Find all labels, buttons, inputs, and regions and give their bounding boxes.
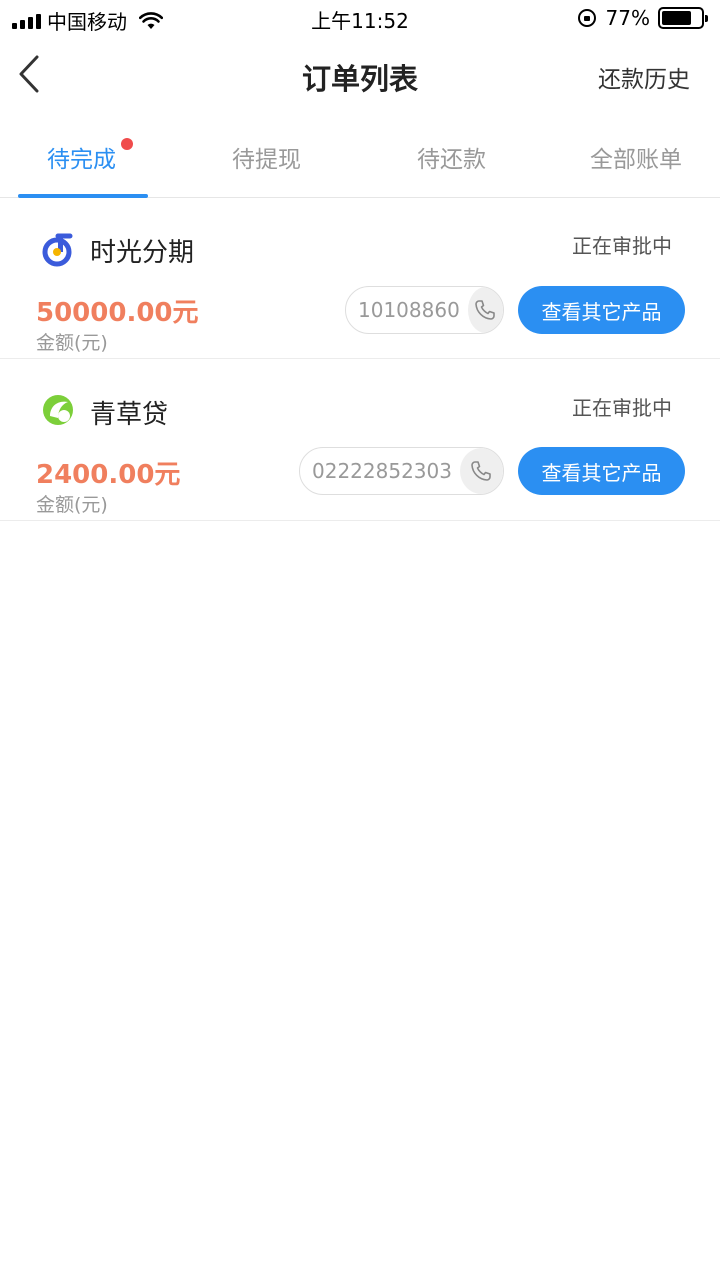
phone-contact[interactable]: 10108860: [345, 286, 504, 334]
phone-glyph: [471, 461, 492, 481]
status-right: 77%: [577, 6, 708, 30]
status-bar: 中国移动 上午11:52 77%: [0, 0, 720, 38]
order-status: 正在审批中: [572, 396, 672, 420]
order-amount: 2400.00元: [36, 460, 181, 490]
phone-contact[interactable]: 02222852303: [299, 447, 504, 495]
phone-glyph: [475, 300, 496, 320]
amount-label: 金额(元): [36, 332, 108, 354]
tab-label: 待还款: [417, 147, 486, 173]
product-name: 青草贷: [90, 400, 169, 430]
view-other-products-button[interactable]: 查看其它产品: [518, 447, 685, 495]
amount-label: 金额(元): [36, 494, 108, 516]
phone-icon[interactable]: [459, 448, 503, 494]
qingcao-logo-icon: [43, 395, 73, 425]
product-name: 时光分期: [90, 238, 195, 268]
battery-fill: [662, 11, 692, 25]
tab-label: 待完成: [47, 147, 116, 173]
order-status: 正在审批中: [572, 234, 672, 258]
nav-bar: 订单列表 还款历史: [0, 38, 720, 110]
shiguang-logo-icon: [42, 233, 73, 267]
repayment-history-link[interactable]: 还款历史: [598, 60, 690, 94]
tab-label: 待提现: [232, 147, 301, 173]
tab-pending-withdrawal[interactable]: 待提现: [232, 140, 301, 174]
phone-number: 10108860: [358, 298, 460, 322]
phone-number: 02222852303: [312, 459, 452, 483]
battery-percent: 77%: [605, 6, 650, 30]
rotation-lock-icon: [577, 9, 596, 27]
tab-pending-completion[interactable]: 待完成: [47, 140, 116, 174]
battery-icon: [658, 7, 708, 29]
tab-label: 全部账单: [590, 147, 682, 173]
tab-pending-repayment[interactable]: 待还款: [417, 140, 486, 174]
order-item[interactable]: 青草贷 正在审批中 2400.00元 金额(元) 02222852303 查看其…: [0, 360, 720, 521]
phone-icon[interactable]: [467, 287, 503, 333]
tab-bar: 待完成 待提现 待还款 全部账单: [0, 130, 720, 198]
view-other-products-button[interactable]: 查看其它产品: [518, 286, 685, 334]
order-amount: 50000.00元: [36, 298, 199, 328]
order-item[interactable]: 时光分期 正在审批中 50000.00元 金额(元) 10108860 查看其它…: [0, 198, 720, 359]
tab-all-bills[interactable]: 全部账单: [590, 140, 682, 174]
notification-dot: [121, 138, 133, 150]
